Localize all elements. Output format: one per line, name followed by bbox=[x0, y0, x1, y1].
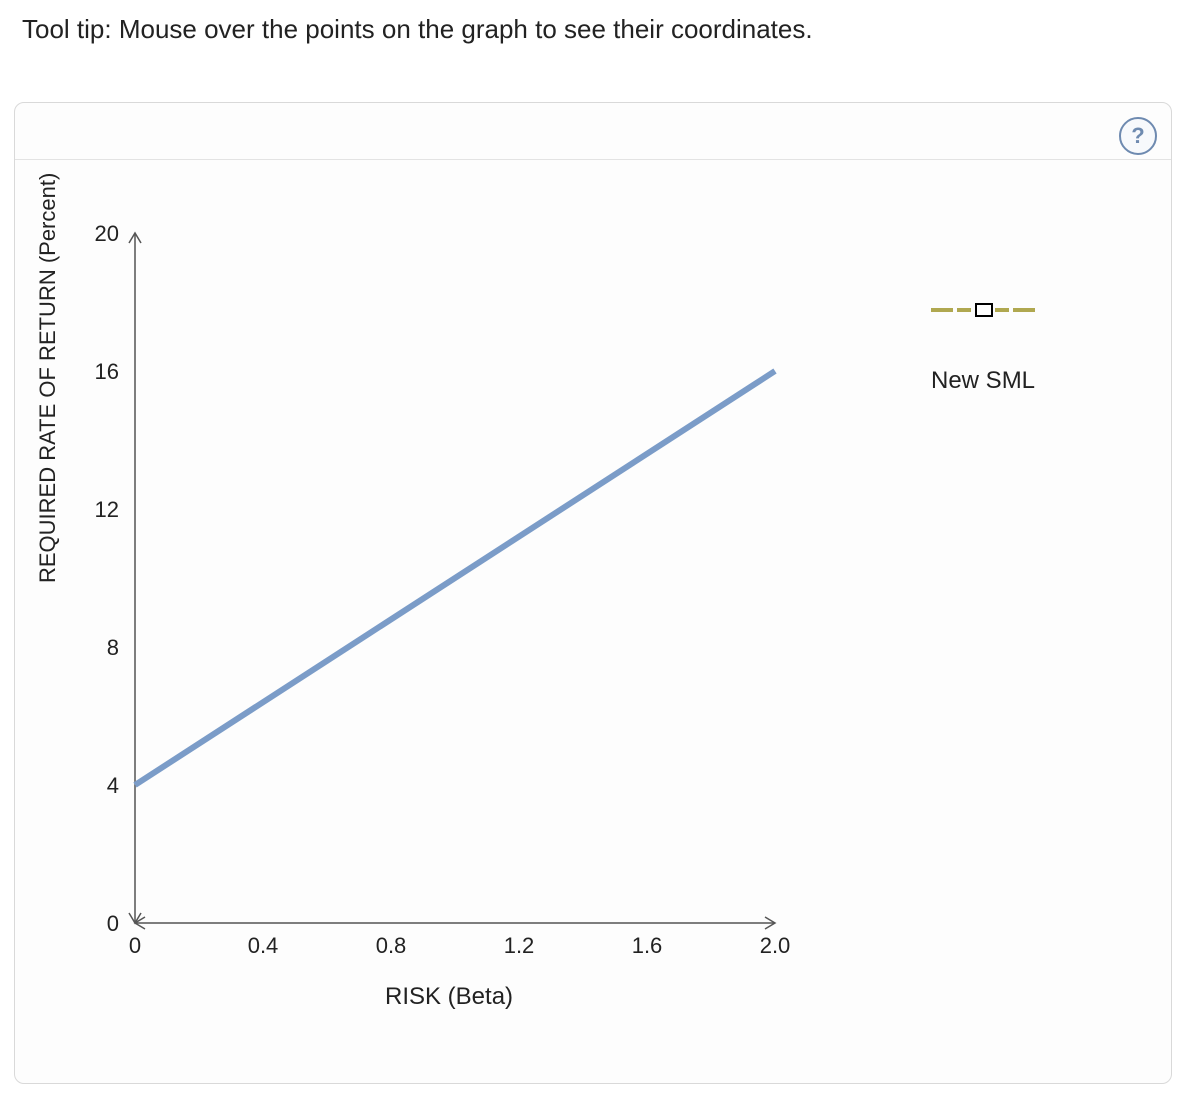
x-tick-1.6: 1.6 bbox=[622, 933, 672, 959]
legend-swatch-draggable[interactable] bbox=[931, 303, 1111, 317]
legend-dash-left bbox=[931, 308, 953, 312]
square-marker-icon bbox=[975, 303, 993, 317]
chart-svg bbox=[135, 233, 775, 923]
x-tick-1.2: 1.2 bbox=[494, 933, 544, 959]
legend-dash-right bbox=[1013, 308, 1035, 312]
legend-dash-mid-right bbox=[995, 308, 1009, 312]
help-icon: ? bbox=[1131, 123, 1144, 149]
x-tick-0: 0 bbox=[110, 933, 160, 959]
y-tick-12: 12 bbox=[59, 497, 119, 523]
y-tick-8: 8 bbox=[59, 635, 119, 661]
tooltip-instruction: Tool tip: Mouse over the points on the g… bbox=[22, 14, 813, 45]
x-tick-0.8: 0.8 bbox=[366, 933, 416, 959]
legend-label-new-sml: New SML bbox=[931, 367, 1111, 395]
line-new-sml[interactable] bbox=[135, 371, 775, 785]
legend-dash-mid-left bbox=[957, 308, 971, 312]
y-tick-16: 16 bbox=[59, 359, 119, 385]
help-button[interactable]: ? bbox=[1119, 117, 1157, 155]
legend: New SML bbox=[931, 303, 1111, 395]
y-axis-label: REQUIRED RATE OF RETURN (Percent) bbox=[35, 173, 61, 583]
x-tick-2.0: 2.0 bbox=[750, 933, 800, 959]
x-axis-label: RISK (Beta) bbox=[385, 983, 513, 1011]
y-tick-20: 20 bbox=[59, 221, 119, 247]
panel-divider bbox=[15, 159, 1171, 160]
y-tick-4: 4 bbox=[59, 773, 119, 799]
chart-panel: ? REQUIRED RATE OF RETURN (Percent) 20 1… bbox=[14, 102, 1172, 1084]
plot-area[interactable]: 20 16 12 8 4 0 0 0.4 0.8 1.2 1.6 2.0 bbox=[135, 233, 775, 923]
x-tick-0.4: 0.4 bbox=[238, 933, 288, 959]
